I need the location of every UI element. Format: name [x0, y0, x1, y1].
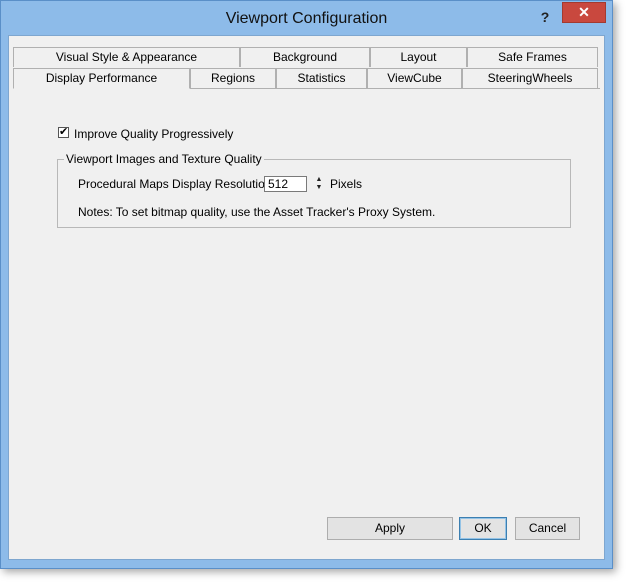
units-label: Pixels [330, 177, 363, 191]
checkmark-icon: ✔ [59, 126, 69, 138]
help-button[interactable]: ? [533, 7, 557, 27]
tab-viewcube[interactable]: ViewCube [367, 68, 462, 88]
tab-background[interactable]: Background [240, 47, 370, 67]
tab-regions[interactable]: Regions [190, 68, 276, 88]
resolution-input[interactable]: 512 [264, 176, 307, 192]
resolution-label: Procedural Maps Display Resolution: [78, 177, 275, 191]
tab-display-performance[interactable]: Display Performance [13, 68, 190, 89]
tab-statistics[interactable]: Statistics [276, 68, 367, 88]
improve-quality-label[interactable]: Improve Quality Progressively [74, 127, 233, 141]
close-button[interactable]: ✕ [562, 2, 606, 23]
improve-quality-checkbox[interactable]: ✔ [58, 127, 69, 138]
title-bar[interactable]: Viewport Configuration ? ✕ [1, 1, 612, 35]
spin-down-icon[interactable]: ▼ [313, 184, 325, 192]
tab-safe-frames[interactable]: Safe Frames [467, 47, 598, 67]
spin-up-icon[interactable]: ▲ [313, 176, 325, 184]
notes-text: Notes: To set bitmap quality, use the As… [78, 205, 436, 219]
dialog-window: Viewport Configuration ? ✕ Visual Style … [0, 0, 613, 569]
close-icon: ✕ [578, 4, 590, 20]
window-title: Viewport Configuration [225, 10, 388, 27]
tab-visual-style[interactable]: Visual Style & Appearance [13, 47, 240, 67]
tab-steeringwheels[interactable]: SteeringWheels [462, 68, 598, 88]
group-title: Viewport Images and Texture Quality [64, 152, 264, 166]
apply-button[interactable]: Apply [327, 517, 453, 540]
resolution-spinner[interactable]: ▲ ▼ [313, 176, 325, 192]
tab-layout[interactable]: Layout [370, 47, 467, 67]
ok-button[interactable]: OK [459, 517, 507, 540]
dialog-body: Visual Style & Appearance Background Lay… [8, 35, 605, 560]
cancel-button[interactable]: Cancel [515, 517, 580, 540]
